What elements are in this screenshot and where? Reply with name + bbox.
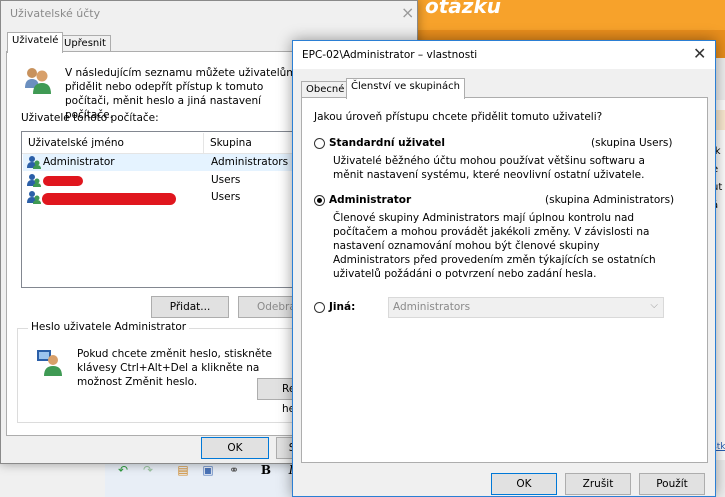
other-group-select[interactable]: Administrators ⌵ bbox=[388, 297, 664, 318]
users-list-label: Uživatelé tohoto počítače: bbox=[21, 112, 159, 124]
administrator-description: Členové skupiny Administrators mají úpln… bbox=[333, 212, 656, 280]
tab-group-membership[interactable]: Členství ve skupinách bbox=[346, 78, 465, 99]
column-divider bbox=[203, 133, 204, 153]
add-user-button[interactable]: Přidat... bbox=[151, 296, 229, 318]
administrator-group: (skupina Administrators) bbox=[545, 194, 675, 206]
close-icon[interactable]: ✕ bbox=[693, 44, 706, 63]
administrator-radio[interactable] bbox=[314, 195, 325, 206]
tab-users[interactable]: Uživatelé bbox=[7, 32, 64, 53]
standard-user-description: Uživatelé běžného účtu mohou používat vě… bbox=[333, 155, 645, 181]
access-level-question: Jakou úroveň přístupu chcete přidělit to… bbox=[314, 111, 603, 123]
redaction-mark bbox=[43, 176, 83, 186]
password-group-title: Heslo uživatele Administrator bbox=[28, 321, 190, 333]
redaction-mark bbox=[42, 193, 176, 205]
standard-user-radio[interactable] bbox=[314, 138, 325, 149]
redo-icon[interactable]: ↷ bbox=[140, 462, 156, 478]
user-icon bbox=[27, 156, 41, 169]
user-icon bbox=[27, 191, 41, 204]
row-group: Users bbox=[211, 191, 241, 203]
users-list[interactable]: Uživatelské jméno Skupina Administrator … bbox=[21, 131, 301, 288]
image-icon[interactable]: ▣ bbox=[200, 462, 216, 478]
chevron-down-icon: ⌵ bbox=[650, 300, 658, 311]
users-icon bbox=[25, 68, 51, 94]
list-header: Uživatelské jméno Skupina bbox=[22, 132, 300, 154]
web-logo-text: otázku bbox=[425, 0, 501, 18]
dialog-title: EPC-02\Administrator – vlastnosti bbox=[302, 49, 478, 61]
apply-button[interactable]: Použít bbox=[639, 473, 705, 495]
column-header-username[interactable]: Uživatelské jméno bbox=[28, 137, 124, 149]
paste-icon[interactable]: ▤ bbox=[175, 462, 191, 478]
ok-button[interactable]: OK bbox=[491, 473, 557, 495]
title-bar: EPC-02\Administrator – vlastnosti ✕ bbox=[293, 41, 715, 69]
link-icon[interactable]: ⚭ bbox=[226, 462, 242, 478]
close-icon[interactable]: × bbox=[401, 3, 414, 22]
user-icon bbox=[27, 174, 41, 187]
standard-user-label[interactable]: Standardní uživatel bbox=[329, 137, 445, 149]
dialog-title: Uživatelské účty bbox=[10, 7, 101, 20]
other-group-value: Administrators bbox=[393, 301, 471, 313]
user-properties-dialog: EPC-02\Administrator – vlastnosti ✕ Obec… bbox=[292, 40, 716, 497]
standard-user-group: (skupina Users) bbox=[591, 137, 673, 149]
column-header-group[interactable]: Skupina bbox=[210, 137, 252, 149]
other-radio[interactable] bbox=[314, 302, 325, 313]
undo-icon[interactable]: ↶ bbox=[115, 462, 131, 478]
other-label[interactable]: Jiná: bbox=[329, 301, 355, 313]
ok-button[interactable]: OK bbox=[201, 437, 269, 459]
row-group: Administrators bbox=[211, 156, 289, 168]
cancel-button[interactable]: Zrušit bbox=[565, 473, 631, 495]
bold-icon[interactable]: B bbox=[258, 462, 274, 478]
row-group: Users bbox=[211, 174, 241, 186]
table-row[interactable]: Administrator Administrators bbox=[23, 154, 299, 171]
administrator-label[interactable]: Administrator bbox=[329, 194, 411, 206]
admin-user-icon bbox=[37, 350, 62, 376]
row-username: Administrator bbox=[43, 156, 115, 168]
